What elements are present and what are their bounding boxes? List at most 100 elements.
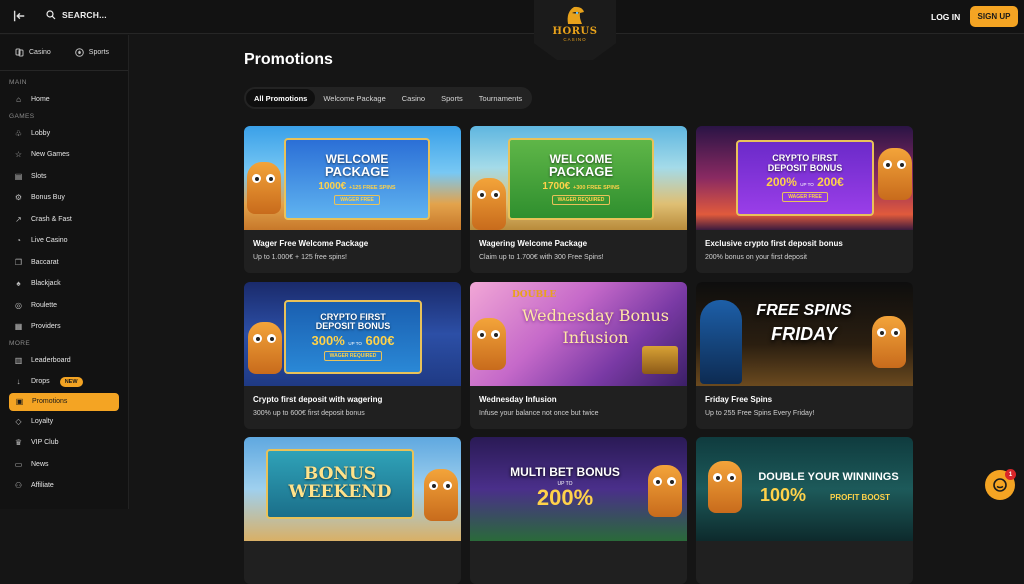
sidebar-item-bonus-buy[interactable]: ⚙ Bonus Buy [0,187,128,209]
sidebar-item-vip-club[interactable]: ♛ VIP Club [0,432,128,454]
search-button[interactable]: SEARCH... [46,10,107,20]
promo-description: 200% bonus on your first deposit [705,254,807,261]
promo-card-wednesday-infusion[interactable]: DOUBLE Wednesday Bonus Infusion Wednesda… [470,282,687,429]
promotion-tabs: All Promotions Welcome Package Casino Sp… [244,87,533,109]
sidebar-item-leaderboard[interactable]: ▥ Leaderboard [0,350,128,372]
sidebar-item-lobby[interactable]: ♧ Lobby [0,123,128,145]
promo-title: Wager Free Welcome Package [253,239,369,248]
promo-title: Exclusive crypto first deposit bonus [705,239,843,248]
slots-icon: ▤ [14,171,23,181]
promo-image: FREE SPINS FRIDAY [696,282,913,386]
tab-sports[interactable]: Sports [433,89,471,107]
sidebar-item-providers[interactable]: ▦ Providers [0,316,128,338]
new-badge: NEW [59,376,83,387]
banner-line2: PACKAGE [548,164,614,180]
banner-extra: PROFIT BOOST [830,493,890,502]
sidebar-item-label: Lobby [31,129,51,137]
promo-image: MULTI BET BONUS UP TO 200% [470,437,687,541]
sidebar-item-home[interactable]: ⌂ Home [0,89,128,111]
banner-tag: DOUBLE [512,290,557,300]
promo-image: WELCOME PACKAGE 1000€ +125 FREE SPINS WA… [244,126,461,230]
promo-image: WELCOME PACKAGE 1700€ +300 FREE SPINS WA… [470,126,687,230]
banner-upto: UP TO [348,341,362,347]
sidebar-item-crash-fast[interactable]: ↗ Crash & Fast [0,209,128,231]
sidebar-casino-label: Casino [29,49,51,56]
promo-description: 300% up to 600€ first deposit bonus [253,410,365,417]
sidebar-item-label: Home [31,96,50,104]
promo-image: BONUS WEEKEND [244,437,461,541]
sidebar-item-new-games[interactable]: ☆ New Games [0,144,128,166]
sidebar-item-label: Promotions [32,398,68,405]
banner-amount: 1700€ [542,181,571,193]
promo-card-double-winnings[interactable]: DOUBLE YOUR WINNINGS 100% PROFIT BOOST [696,437,913,584]
sidebar-item-label: VIP Club [31,439,59,447]
lobby-icon: ♧ [14,128,23,138]
sidebar: Casino Sports MAIN ⌂ Home GAMES ♧ Lobby ☆… [0,35,129,509]
banner-line2: DEPOSIT BONUS [767,162,843,173]
banner-amount: 100% [760,485,807,505]
banner-amount: 200% [536,485,594,510]
sidebar-item-loyalty[interactable]: ◇ Loyalty [0,411,128,433]
casino-icon [15,48,24,57]
sidebar-item-label: Slots [31,172,47,180]
banner-amount2: 600€ [365,333,395,349]
banner-line1: FREE SPINS [756,302,852,319]
promo-card-bonus-weekend[interactable]: BONUS WEEKEND [244,437,461,584]
promo-image: DOUBLE Wednesday Bonus Infusion [470,282,687,386]
sidebar-item-slots[interactable]: ▤ Slots [0,166,128,188]
promo-title: Crypto first deposit with wagering [253,395,383,404]
roulette-icon: ◎ [15,300,22,310]
sidebar-item-baccarat[interactable]: ❐ Baccarat [0,252,128,274]
login-button[interactable]: LOG IN [931,12,960,22]
banner-extra: +125 FREE SPINS [348,185,396,192]
tab-tournaments[interactable]: Tournaments [471,89,530,107]
sidebar-item-live-casino[interactable]: ◔ Live Casino [0,230,128,252]
promo-card-wager-free-welcome[interactable]: WELCOME PACKAGE 1000€ +125 FREE SPINS WA… [244,126,461,273]
sidebar-item-label: Affiliate [31,482,54,490]
banner-line2: Infusion [562,328,629,347]
sidebar-sports-label: Sports [88,49,110,56]
banner-line1: DOUBLE YOUR WINNINGS [758,471,899,483]
horus-mascot-image [472,178,506,230]
promo-card-crypto-wagering[interactable]: CRYPTO FIRST DEPOSIT BONUS 300% UP TO 60… [244,282,461,429]
sidebar-item-label: Roulette [31,301,58,309]
sidebar-sports-link[interactable]: Sports [74,48,110,57]
collapse-sidebar-icon[interactable] [12,9,28,25]
tab-all-promotions[interactable]: All Promotions [246,89,316,107]
sidebar-item-news[interactable]: ▭ News [0,454,128,476]
signup-button[interactable]: SIGN UP [970,6,1018,27]
promo-card-wagering-welcome[interactable]: WELCOME PACKAGE 1700€ +300 FREE SPINS WA… [470,126,687,273]
horus-mascot-image [708,461,742,513]
main-content: Promotions All Promotions Welcome Packag… [130,35,1024,584]
logo-subtext: CASINO [563,37,587,42]
sidebar-casino-link[interactable]: Casino [15,48,51,57]
treasure-chest-image [642,346,678,374]
sidebar-item-affiliate[interactable]: ⚇ Affiliate [0,475,128,497]
promo-title: Wednesday Infusion [479,395,557,404]
banner-line2: FRIDAY [771,324,837,344]
tab-casino[interactable]: Casino [394,89,433,107]
logo-text: HORUS [552,26,598,37]
crown-icon: ♛ [14,438,23,448]
top-bar: SEARCH... HORUS CASINO LOG IN SIGN UP [0,0,1024,60]
promo-banner: CRYPTO FIRST DEPOSIT BONUS 200% UP TO 20… [736,140,874,216]
horus-casino-logo[interactable]: HORUS CASINO [534,0,616,60]
promo-banner: CRYPTO FIRST DEPOSIT BONUS 300% UP TO 60… [284,300,422,374]
chat-icon [993,478,1007,492]
banner-upto: UP TO [800,181,814,187]
promo-card-multi-bet-bonus[interactable]: MULTI BET BONUS UP TO 200% [470,437,687,584]
drops-icon: ↓ [16,377,21,387]
sidebar-item-roulette[interactable]: ◎ Roulette [0,295,128,317]
star-icon: ☆ [14,150,23,160]
sidebar-item-blackjack[interactable]: ♠ Blackjack [0,273,128,295]
promo-card-friday-free-spins[interactable]: FREE SPINS FRIDAY Friday Free Spins Up t… [696,282,913,429]
promo-card-crypto-first-deposit[interactable]: CRYPTO FIRST DEPOSIT BONUS 200% UP TO 20… [696,126,913,273]
chat-count-badge: 1 [1005,469,1016,480]
banner-pill: WAGER REQUIRED [323,351,383,362]
search-label: SEARCH... [62,10,107,20]
sidebar-item-promotions[interactable]: ▣ Promotions [9,392,119,411]
sidebar-item-drops[interactable]: ↓ Drops NEW [0,371,128,393]
sidebar-item-label: Loyalty [31,417,54,425]
banner-extra: +300 FREE SPINS [572,185,620,192]
tab-welcome-package[interactable]: Welcome Package [315,89,393,107]
